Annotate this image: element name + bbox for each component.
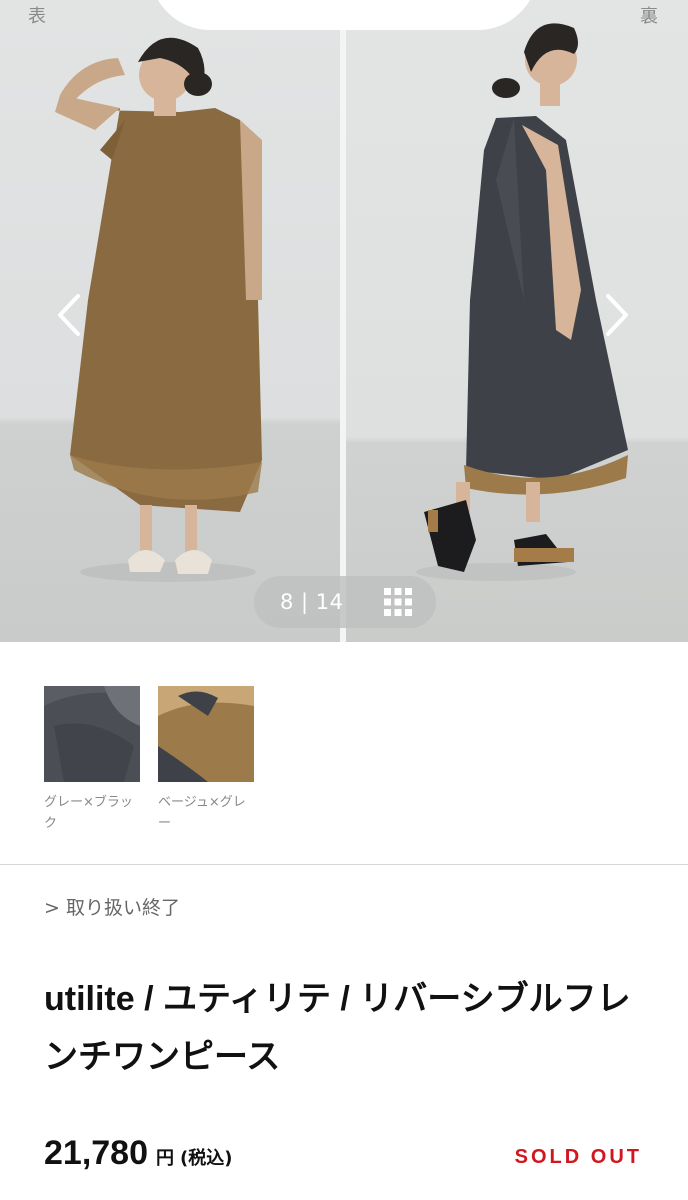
product-photo-back xyxy=(346,0,688,642)
image-counter: 8 | 14 xyxy=(280,590,344,614)
product-price: 21,780 xyxy=(44,1134,148,1172)
price-row: 21,780 円 (税込) xyxy=(44,1134,232,1173)
image-counter-pill: 8 | 14 xyxy=(254,576,436,628)
swatch-label: グレー×ブラック xyxy=(44,795,133,831)
product-photo-front xyxy=(0,0,340,642)
discontinued-link[interactable]: > 取り扱い終了 xyxy=(44,893,180,920)
currency-label: 円 xyxy=(156,1148,174,1169)
chevron-right-icon xyxy=(604,292,630,338)
tax-label: (税込) xyxy=(180,1148,233,1169)
prev-image-button[interactable] xyxy=(54,290,84,340)
section-divider xyxy=(0,864,688,865)
chevron-left-icon xyxy=(56,292,82,338)
swatch-image xyxy=(44,686,140,782)
swatch-gray-black[interactable]: グレー×ブラック xyxy=(44,686,140,834)
swatch-label: ベージュ×グレー xyxy=(158,795,246,831)
product-title: utilite / ユティリテ / リバーシブルフレンチワンピース xyxy=(44,980,631,1076)
front-label: 表 xyxy=(28,6,46,27)
back-label: 裏 xyxy=(640,6,658,27)
top-tab-overlay xyxy=(150,0,538,30)
color-swatches: グレー×ブラック ベージュ×グレー xyxy=(44,686,254,834)
swatch-image xyxy=(158,686,254,782)
next-image-button[interactable] xyxy=(602,290,632,340)
image-gallery[interactable]: 表 裏 8 | 14 xyxy=(0,0,688,642)
swatch-beige-gray[interactable]: ベージュ×グレー xyxy=(158,686,254,834)
grid-icon[interactable] xyxy=(384,588,412,616)
sold-out-badge: SOLD OUT xyxy=(514,1146,642,1168)
